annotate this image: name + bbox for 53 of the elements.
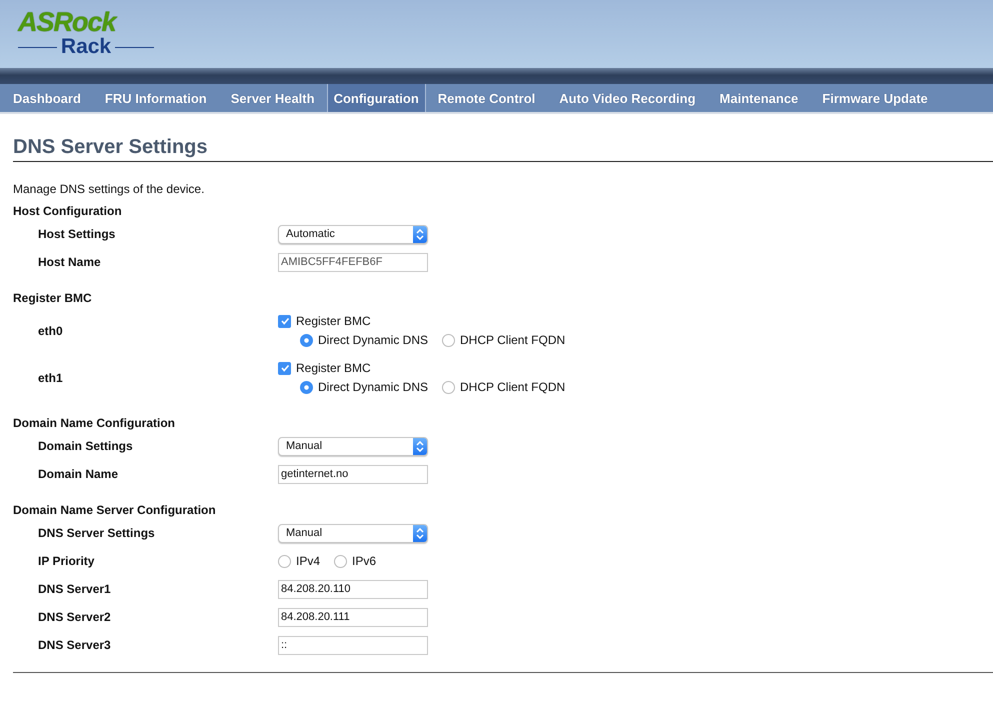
nav-tab[interactable]: Server Health [218, 84, 327, 112]
input-field[interactable]: :: [278, 636, 428, 654]
nav-tab[interactable]: Dashboard [1, 84, 93, 112]
field-label: Host Settings [37, 227, 116, 241]
field-label: DNS Server2 [37, 610, 112, 624]
radio-button[interactable] [300, 334, 313, 346]
dropdown[interactable]: Manual [278, 524, 428, 542]
input-field[interactable]: getinternet.no [278, 464, 428, 484]
nav-tab[interactable]: Firmware Update [810, 84, 940, 112]
nav-tab[interactable]: Configuration [326, 84, 426, 112]
nav-tab[interactable]: Auto Video Recording [547, 84, 708, 112]
input-field[interactable]: 84.208.20.111 [278, 608, 428, 626]
chevron-icon [413, 226, 427, 242]
logo-subtext: Rack [60, 36, 112, 58]
section-title: Register BMC [13, 290, 93, 307]
field-label: eth1 [37, 370, 64, 384]
checkbox-label[interactable]: Register BMC [296, 361, 371, 375]
logo-text: ASRock [18, 8, 118, 36]
dropdown[interactable]: Manual [278, 436, 428, 456]
field-label: eth0 [37, 324, 64, 338]
radio-label[interactable]: IPv4 [296, 554, 320, 568]
radio-button[interactable] [300, 380, 313, 394]
section-title: Host Configuration [13, 203, 123, 220]
radio-button[interactable] [442, 380, 456, 394]
page-title: DNS Server Settings [13, 114, 993, 162]
dropdown[interactable]: Automatic [278, 224, 428, 244]
field-label: IP Priority [37, 554, 96, 568]
radio-label[interactable]: Direct Dynamic DNS [318, 333, 428, 347]
nav-tab[interactable]: Maintenance [708, 84, 810, 112]
chevron-icon [413, 524, 427, 542]
checkbox[interactable] [278, 362, 291, 374]
chevron-icon [413, 438, 427, 454]
nav-tab[interactable]: Remote Control [426, 84, 548, 112]
radio-button[interactable] [278, 554, 291, 568]
field-label: Domain Settings [37, 439, 134, 453]
field-label: DNS Server Settings [37, 526, 156, 540]
radio-label[interactable]: DHCP Client FQDN [460, 333, 566, 347]
field-label: DNS Server1 [37, 582, 112, 596]
field-label: Domain Name [37, 467, 120, 481]
section-title: Domain Name Configuration [13, 415, 176, 432]
radio-label[interactable]: DHCP Client FQDN [460, 380, 566, 394]
field-label: DNS Server3 [37, 638, 112, 652]
nav-tab[interactable]: FRU Information [92, 84, 219, 112]
radio-label[interactable]: Direct Dynamic DNS [318, 380, 428, 394]
checkbox-label[interactable]: Register BMC [296, 314, 371, 328]
description: Manage DNS settings of the device. [13, 182, 206, 196]
checkbox[interactable] [278, 314, 291, 328]
input-field[interactable]: 84.208.20.110 [278, 580, 428, 598]
radio-button[interactable] [442, 334, 456, 346]
field-label: Host Name [37, 255, 102, 269]
section-title: Domain Name Server Configuration [13, 502, 217, 519]
radio-button[interactable] [334, 554, 348, 568]
radio-label[interactable]: IPv6 [352, 554, 376, 568]
